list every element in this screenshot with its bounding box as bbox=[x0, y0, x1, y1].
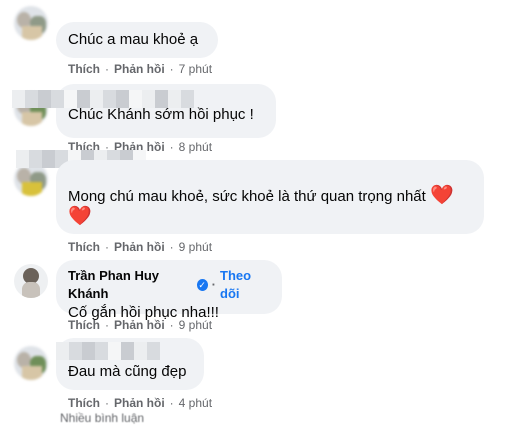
like-button[interactable]: Thích bbox=[68, 395, 100, 411]
comment-text: Chúc a mau khoẻ ạ bbox=[68, 31, 199, 48]
commenter-avatar[interactable] bbox=[14, 346, 48, 380]
comment-author-name[interactable]: Trần Phan Huy Khánh bbox=[68, 267, 193, 303]
comment-actions: Thích · Phản hồi · 4 phút bbox=[68, 395, 213, 411]
comment-actions: Thích · Phản hồi · 9 phút bbox=[68, 317, 213, 333]
follow-button[interactable]: Theo dõi bbox=[220, 267, 270, 303]
comment-bubble: Trần Phan Huy Khánh ✓ · Theo dõi Cố gắn … bbox=[56, 260, 282, 321]
verified-badge-icon: ✓ bbox=[196, 279, 208, 291]
comment-bubble: Mong chú mau khoẻ, sức khoẻ là thứ quan … bbox=[56, 160, 484, 234]
comment-actions: Thích · Phản hồi · 7 phút bbox=[68, 61, 213, 77]
comment-timestamp[interactable]: 4 phút bbox=[179, 395, 212, 411]
comment-bubble: Đau mà cũng đẹp bbox=[56, 338, 204, 390]
comment-actions: Thích · Phản hồi · 9 phút bbox=[68, 239, 213, 255]
reply-button[interactable]: Phản hồi bbox=[114, 317, 165, 333]
comment-text: Mong chú mau khoẻ, sức khoẻ là thứ quan … bbox=[68, 185, 454, 206]
comment-bubble: Chúc Khánh sớm hồi phục ! bbox=[12, 84, 276, 138]
commenter-avatar[interactable] bbox=[14, 6, 48, 40]
comment-timestamp[interactable]: 7 phút bbox=[179, 61, 212, 77]
commenter-avatar[interactable] bbox=[14, 264, 48, 298]
blurred-author-name bbox=[12, 90, 194, 108]
comment-bubble: Chúc a mau khoẻ ạ bbox=[56, 22, 218, 58]
comment-text: Đau mà cũng đẹp bbox=[68, 363, 187, 380]
like-button[interactable]: Thích bbox=[68, 61, 100, 77]
like-button[interactable]: Thích bbox=[68, 239, 100, 255]
heart-emoji-icon: ❤️ bbox=[68, 206, 92, 227]
blurred-author-name bbox=[56, 342, 160, 360]
reply-button[interactable]: Phản hồi bbox=[114, 61, 165, 77]
reply-button[interactable]: Phản hồi bbox=[114, 239, 165, 255]
comment-author-row: Trần Phan Huy Khánh ✓ · Theo dõi bbox=[68, 267, 270, 303]
comment-timestamp[interactable]: 8 phút bbox=[179, 139, 212, 155]
comment-timestamp[interactable]: 9 phút bbox=[179, 239, 212, 255]
more-comments-link[interactable]: Nhiều bình luận bbox=[60, 411, 144, 425]
comment-text: Chúc Khánh sớm hồi phục ! bbox=[68, 106, 254, 123]
heart-emoji-icon: ❤️ bbox=[429, 185, 454, 206]
comment-timestamp[interactable]: 9 phút bbox=[179, 317, 212, 333]
reply-button[interactable]: Phản hồi bbox=[114, 395, 165, 411]
like-button[interactable]: Thích bbox=[68, 317, 100, 333]
